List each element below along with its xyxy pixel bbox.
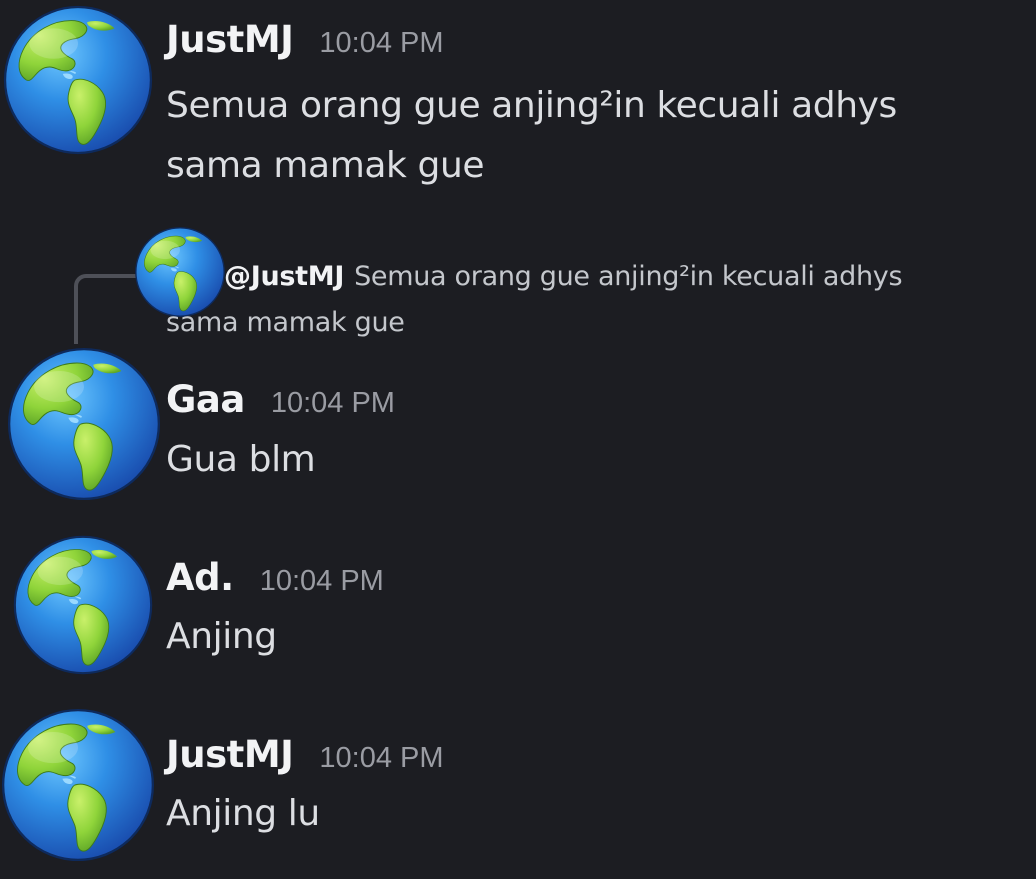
message-line: Semua orang gue anjing²in kecuali adhys [166,85,897,126]
message-line: Anjing [166,616,277,657]
message-header: Ad. 10:04 PM [166,556,384,599]
message-line: Anjing lu [166,793,320,834]
earth-globe-americas-icon [0,704,156,866]
reply-spine [74,274,136,344]
username[interactable]: Gaa [166,378,245,421]
message-header: JustMJ 10:04 PM [166,733,444,776]
timestamp: 10:04 PM [259,565,384,597]
reply-preview[interactable]: @JustMJ Semua orang gue anjing²in kecuali… [166,254,966,346]
message-text: Gua blm [166,430,316,490]
message-text: Anjing lu [166,784,320,844]
username[interactable]: JustMJ [166,18,294,61]
message-line: sama mamak gue [166,145,485,186]
timestamp: 10:04 PM [319,27,444,59]
avatar[interactable] [0,704,156,866]
message-header: JustMJ 10:04 PM [166,18,444,61]
avatar[interactable] [2,4,154,156]
message-text: Semua orang gue anjing²in kecuali adhys … [166,76,897,196]
earth-globe-americas-icon [6,346,162,502]
earth-globe-americas-icon [12,534,154,676]
avatar[interactable] [6,346,162,502]
timestamp: 10:04 PM [319,742,444,774]
message-line: Gua blm [166,439,316,480]
earth-globe-americas-icon [2,4,154,156]
avatar[interactable] [12,534,154,676]
reply-mention[interactable]: @JustMJ [224,261,344,292]
username[interactable]: JustMJ [166,733,294,776]
message-text: Anjing [166,607,277,667]
timestamp: 10:04 PM [270,387,395,419]
message-header: Gaa 10:04 PM [166,378,395,421]
username[interactable]: Ad. [166,556,234,599]
